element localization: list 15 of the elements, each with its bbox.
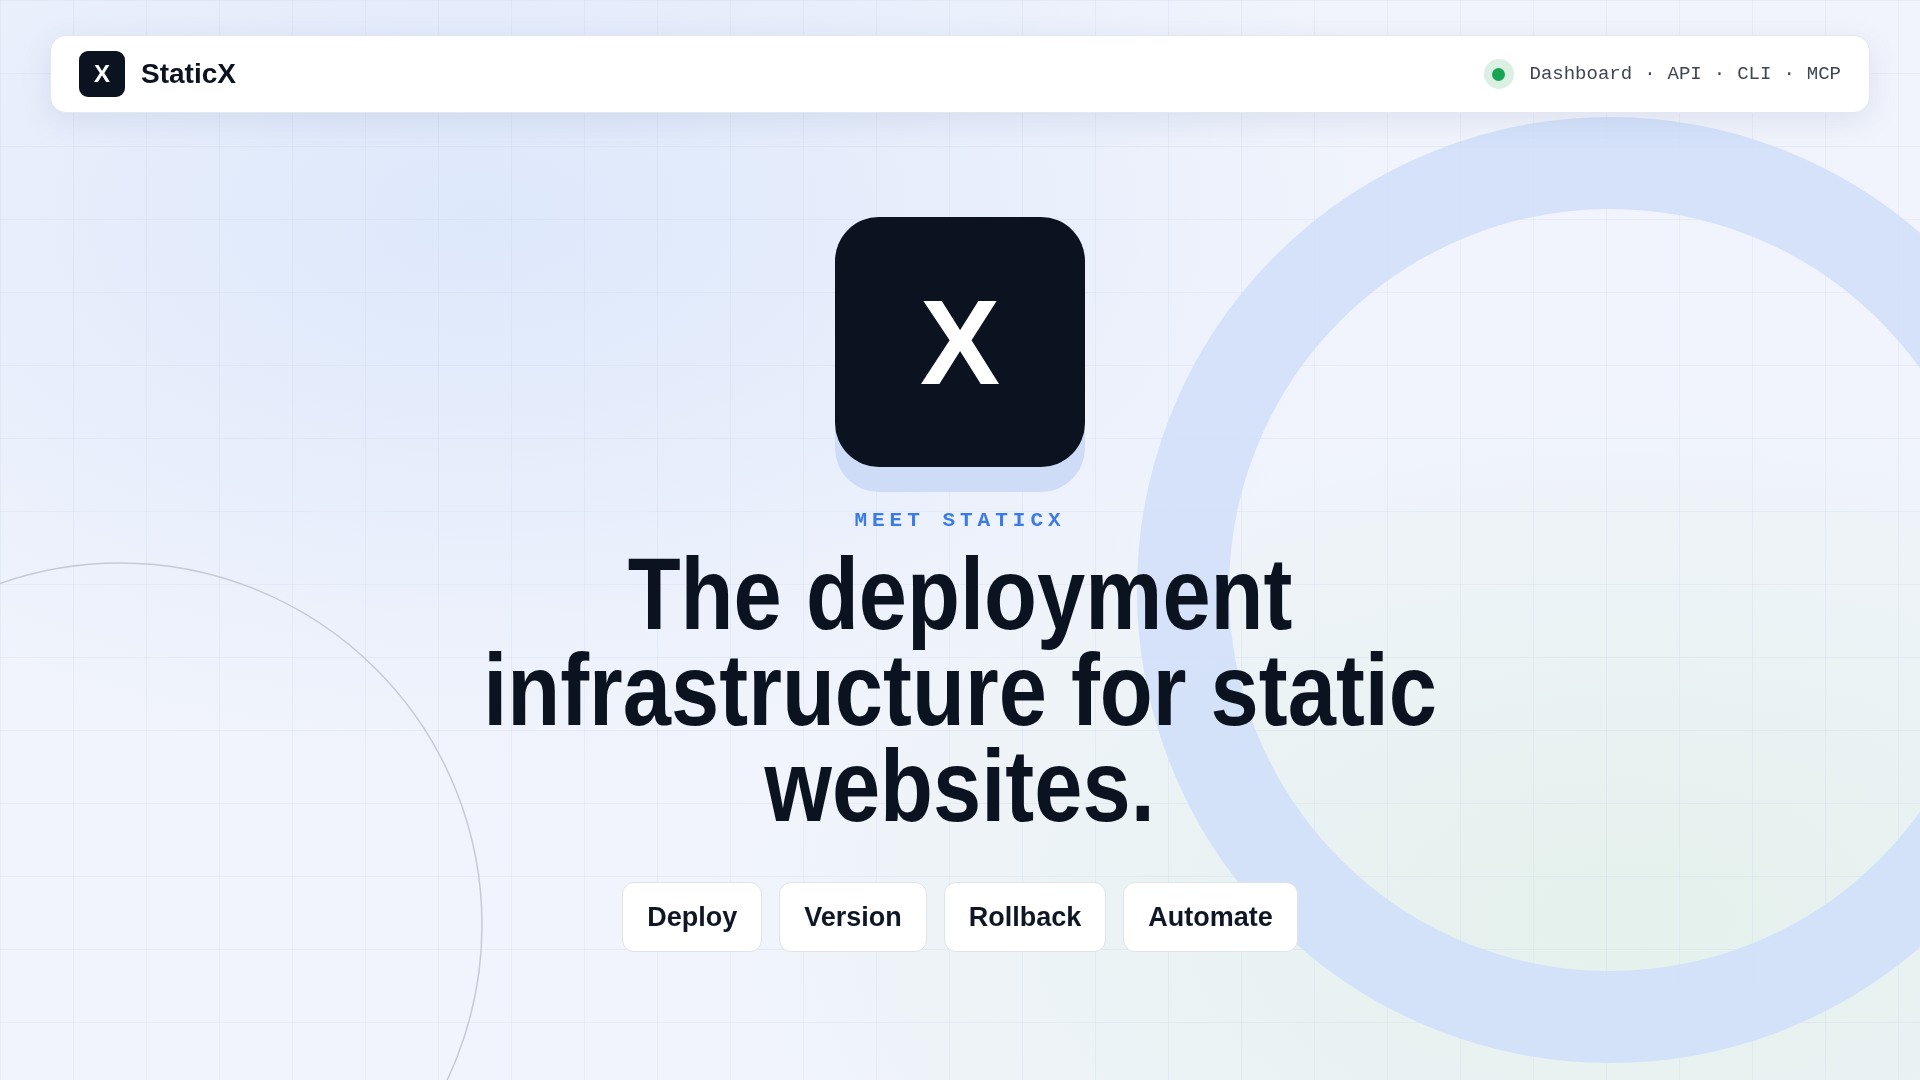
separator: · (1644, 63, 1656, 85)
separator: · (1713, 63, 1726, 85)
feature-button[interactable]: Rollback (943, 882, 1107, 952)
feature-button[interactable]: Automate (1123, 882, 1298, 952)
separator: · (1783, 63, 1795, 85)
logo[interactable]: X (79, 51, 125, 97)
headline: websites. (764, 728, 1156, 845)
eyebrow-label: MEET STATICX (854, 509, 1066, 532)
nav-link[interactable]: CLI (1737, 63, 1772, 85)
brand-name[interactable]: StaticX (141, 58, 236, 90)
nav-link[interactable]: API (1667, 63, 1702, 85)
nav-link[interactable]: Dashboard (1529, 63, 1633, 85)
nav-link[interactable]: MCP (1806, 63, 1841, 85)
feature-button[interactable]: Version (779, 882, 927, 952)
feature-button[interactable]: Deploy (622, 882, 763, 952)
